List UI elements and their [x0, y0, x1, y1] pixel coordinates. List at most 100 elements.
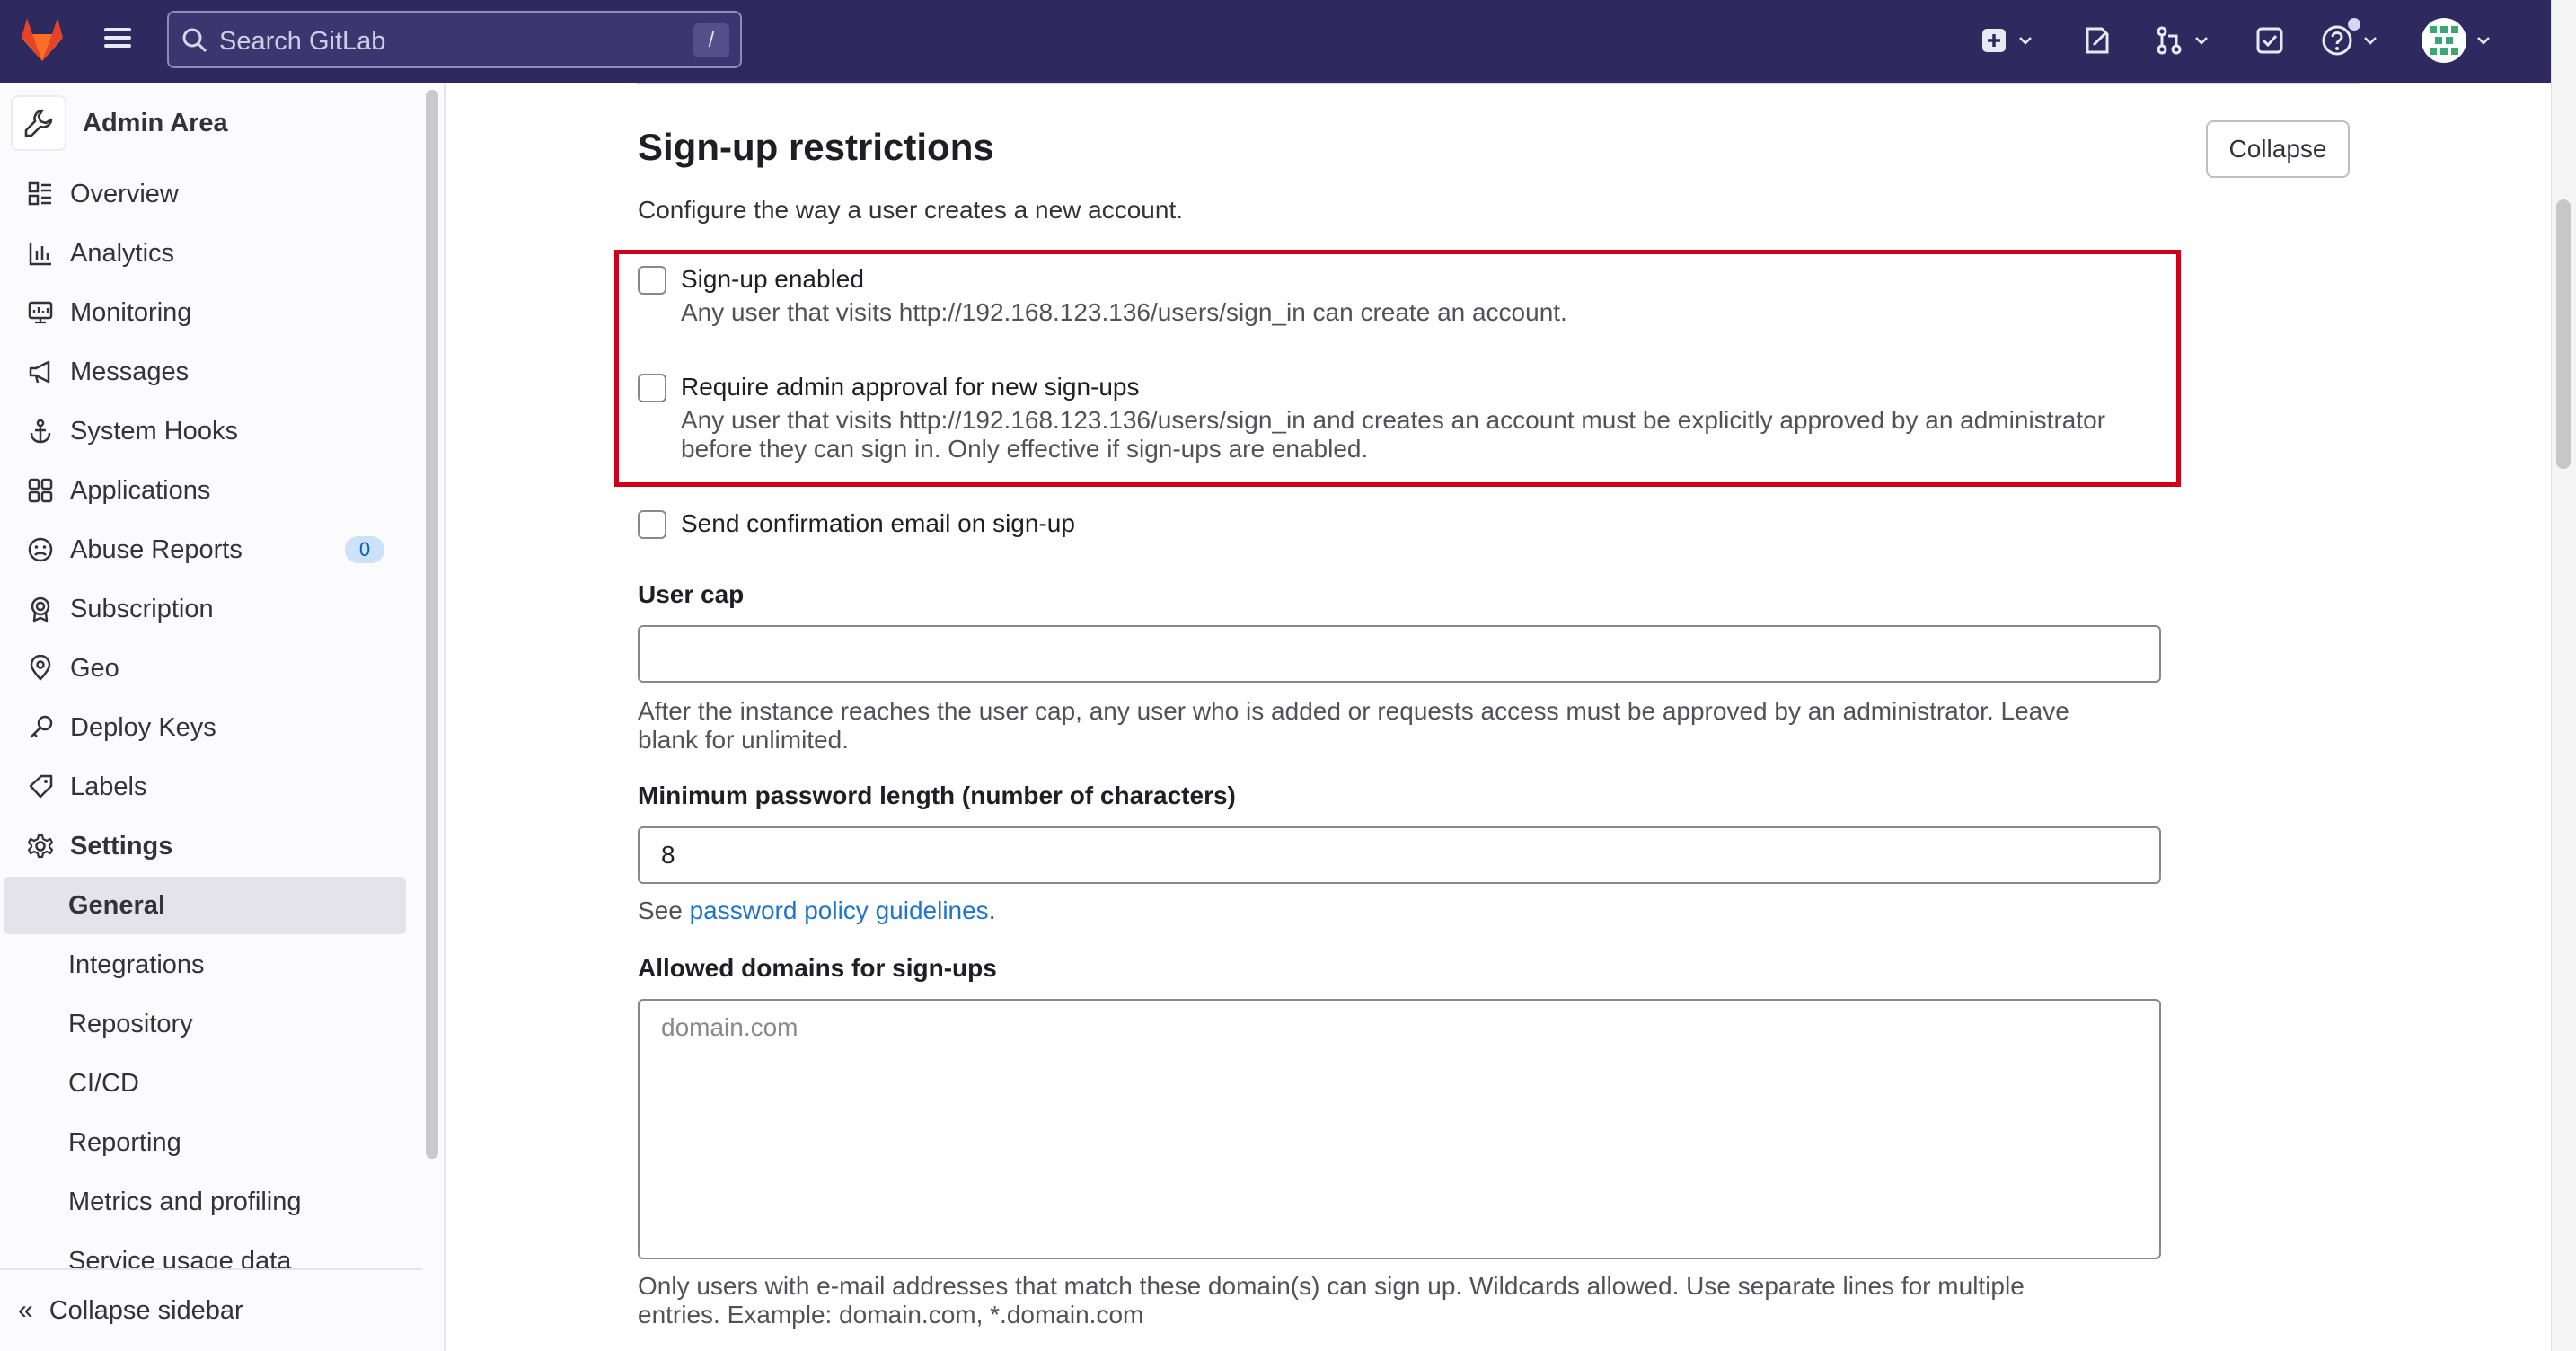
collapse-sidebar-label: Collapse sidebar — [49, 1295, 243, 1325]
min-password-input[interactable]: 8 — [638, 826, 2161, 884]
sidebar-item-messages[interactable]: Messages — [4, 343, 406, 401]
collapse-section-button[interactable]: Collapse — [2206, 120, 2350, 178]
sidebar-subitem-label: Repository — [68, 1009, 193, 1038]
admin-wrench-icon — [11, 95, 66, 151]
sidebar-item-label: Analytics — [70, 238, 175, 268]
key-icon — [25, 712, 56, 743]
send-confirmation-checkbox[interactable] — [638, 510, 666, 539]
user-cap-input[interactable] — [638, 625, 2161, 683]
sidebar-item-applications[interactable]: Applications — [4, 462, 406, 519]
sidebar-item-label: Overview — [70, 179, 179, 208]
chevron-down-icon — [2477, 37, 2490, 45]
sidebar-item-label: Deploy Keys — [70, 712, 216, 742]
sidebar-item-deploy-keys[interactable]: Deploy Keys — [4, 699, 406, 756]
admin-approval-label[interactable]: Require admin approval for new sign-ups — [681, 370, 2208, 404]
monitoring-icon — [25, 297, 56, 328]
subscription-icon — [25, 594, 56, 624]
sidebar-header[interactable]: Admin Area — [11, 95, 228, 151]
allowed-domains-help-line2: entries. Example: domain.com, *.domain.c… — [638, 1301, 1144, 1329]
min-password-help-suffix: . — [988, 896, 996, 924]
allowed-domains-help: Only users with e-mail addresses that ma… — [638, 1272, 2165, 1329]
menu-icon[interactable] — [101, 23, 137, 59]
user-cap-help: After the instance reaches the user cap,… — [638, 697, 2165, 755]
help-icon — [2322, 25, 2352, 56]
user-cap-help-line2: blank for unlimited. — [638, 726, 850, 754]
merge-requests-button[interactable] — [2154, 20, 2211, 61]
admin-approval-checkbox[interactable] — [638, 374, 666, 402]
admin-approval-help-line2: before they can sign in. Only effective … — [681, 435, 1369, 463]
chevron-down-icon — [2019, 37, 2032, 45]
send-confirmation-row: Send confirmation email on sign-up — [638, 507, 1075, 541]
min-password-help-prefix: See — [638, 896, 690, 924]
sidebar-item-monitoring[interactable]: Monitoring — [4, 284, 406, 341]
label-icon — [25, 772, 56, 802]
user-menu-button[interactable] — [2422, 18, 2493, 63]
double-chevron-left-icon: « — [18, 1295, 33, 1325]
hook-icon — [25, 416, 56, 446]
signup-enabled-label[interactable]: Sign-up enabled — [681, 262, 2208, 296]
search-placeholder: Search GitLab — [219, 27, 386, 56]
sidebar-item-label: Subscription — [70, 594, 214, 623]
chevron-down-icon — [2364, 37, 2377, 45]
settings-gear-icon — [25, 831, 56, 861]
top-navigation-bar: Search GitLab / — [0, 0, 2551, 83]
sidebar-scrollbar[interactable] — [426, 90, 438, 1159]
min-password-label: Minimum password length (number of chara… — [638, 781, 1236, 809]
sidebar-item-label: Messages — [70, 357, 190, 386]
sidebar-item-subscription[interactable]: Subscription — [4, 580, 406, 638]
sidebar-item-label: Settings — [70, 831, 173, 861]
create-new-button[interactable] — [1980, 20, 2035, 61]
gitlab-logo-icon[interactable] — [14, 11, 70, 66]
messages-icon — [25, 357, 56, 387]
sidebar-subitem-integrations[interactable]: Integrations — [4, 936, 406, 993]
sidebar-subitem-general[interactable]: General — [4, 877, 406, 934]
overview-icon — [25, 179, 56, 209]
sidebar-item-labels[interactable]: Labels — [4, 758, 406, 816]
signup-enabled-help: Any user that visits http://192.168.123.… — [681, 298, 1567, 326]
issues-button[interactable] — [2082, 20, 2113, 61]
sidebar-nav: Overview Analytics Monitoring Messages S… — [0, 165, 422, 1333]
sidebar-subitem-label: Integrations — [68, 949, 205, 979]
sidebar-item-label: System Hooks — [70, 416, 238, 446]
sidebar-subitem-label: Metrics and profiling — [68, 1187, 302, 1216]
sidebar-item-abuse-reports[interactable]: Abuse Reports 0 — [4, 521, 406, 578]
sidebar-item-label: Geo — [70, 653, 119, 683]
sidebar-item-geo[interactable]: Geo — [4, 640, 406, 697]
sidebar-title: Admin Area — [83, 108, 228, 137]
sidebar-item-label: Labels — [70, 772, 147, 801]
min-password-help: See password policy guidelines. — [638, 896, 2165, 925]
sidebar-item-label: Applications — [70, 475, 211, 505]
sidebar-item-label: Monitoring — [70, 297, 192, 327]
password-policy-link[interactable]: password policy guidelines — [690, 896, 989, 924]
main-content: Sign-up restrictions Collapse Configure … — [447, 83, 2551, 1351]
sidebar-item-settings[interactable]: Settings — [4, 817, 406, 875]
todos-button[interactable] — [2254, 20, 2285, 61]
signup-enabled-checkbox[interactable] — [638, 266, 666, 295]
notification-dot — [2348, 18, 2360, 31]
admin-approval-help-line1: Any user that visits http://192.168.123.… — [681, 406, 2106, 434]
collapse-sidebar-button[interactable]: « Collapse sidebar — [0, 1268, 422, 1351]
abuse-reports-count-badge: 0 — [345, 536, 384, 563]
sidebar-item-overview[interactable]: Overview — [4, 165, 406, 223]
page-scrollbar-thumb[interactable] — [2556, 199, 2571, 469]
geo-icon — [25, 653, 56, 684]
signup-enabled-row: Sign-up enabled Any user that visits htt… — [638, 262, 2208, 327]
abuse-icon — [25, 534, 56, 565]
sidebar-subitem-metrics[interactable]: Metrics and profiling — [4, 1173, 406, 1231]
sidebar-subitem-label: Reporting — [68, 1127, 181, 1157]
sidebar-item-system-hooks[interactable]: System Hooks — [4, 402, 406, 460]
plus-square-icon — [1982, 29, 2006, 52]
allowed-domains-textarea[interactable]: domain.com — [638, 999, 2161, 1259]
allowed-domains-label: Allowed domains for sign-ups — [638, 954, 997, 982]
search-box[interactable]: Search GitLab / — [167, 11, 742, 68]
sidebar-subitem-repository[interactable]: Repository — [4, 995, 406, 1053]
send-confirmation-label[interactable]: Send confirmation email on sign-up — [681, 507, 1075, 541]
section-divider — [636, 83, 2360, 84]
sidebar-subitem-ci-cd[interactable]: CI/CD — [4, 1055, 406, 1112]
sidebar-item-analytics[interactable]: Analytics — [4, 225, 406, 282]
sidebar-subitem-reporting[interactable]: Reporting — [4, 1114, 406, 1171]
user-avatar — [2422, 18, 2466, 63]
admin-approval-row: Require admin approval for new sign-ups … — [638, 370, 2208, 464]
chevron-down-icon — [2195, 37, 2208, 45]
sidebar-subitem-label: CI/CD — [68, 1068, 139, 1098]
